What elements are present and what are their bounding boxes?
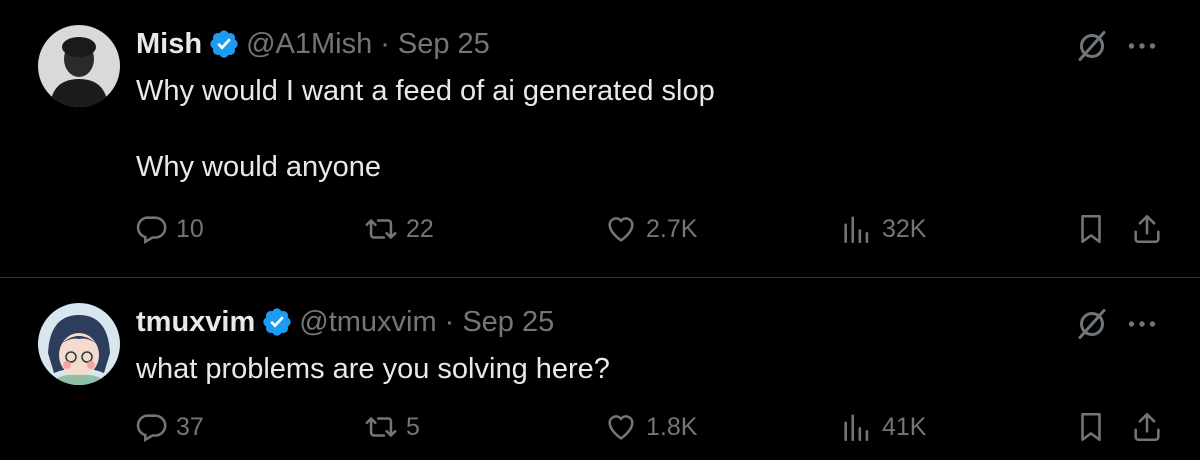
like-button[interactable]: 2.7K	[604, 212, 697, 246]
like-icon	[608, 217, 634, 242]
views-icon	[844, 216, 869, 244]
action-bar: 37 5 1.8K 41K	[134, 410, 1172, 454]
verified-badge-icon	[263, 308, 291, 336]
tweet[interactable]: Mish @A1Mish · Sep 25 Why would I want a…	[0, 0, 1200, 278]
separator-dot: ·	[380, 28, 390, 60]
display-name[interactable]: tmuxvim	[136, 305, 255, 339]
more-icon[interactable]	[1124, 306, 1160, 342]
handle[interactable]: @A1Mish	[246, 27, 372, 61]
views-icon	[844, 414, 869, 442]
reply-count: 10	[176, 214, 204, 243]
handle[interactable]: @tmuxvim	[299, 305, 436, 339]
views-count: 32K	[882, 214, 927, 243]
like-count: 2.7K	[646, 214, 698, 243]
like-icon	[608, 415, 634, 440]
action-bar: 10 22 2.7K 32K	[134, 212, 1172, 256]
reply-button[interactable]: 37	[134, 410, 204, 444]
bookmark-button[interactable]	[1074, 410, 1108, 444]
reply-count: 37	[176, 412, 204, 441]
like-count: 1.8K	[646, 412, 698, 441]
share-button[interactable]	[1130, 212, 1164, 246]
tweet-text: Why would I want a feed of ai generated …	[136, 75, 715, 183]
retweet-count: 22	[406, 214, 434, 243]
retweet-icon	[365, 219, 397, 239]
separator-dot: ·	[444, 306, 455, 338]
grok-icon[interactable]	[1074, 28, 1110, 64]
verified-badge-icon	[210, 30, 238, 58]
tweet[interactable]: tmuxvim @tmuxvim · Sep 25 what problems …	[0, 278, 1200, 460]
avatar-illustration	[38, 303, 120, 385]
bookmark-icon	[1081, 214, 1101, 244]
grok-icon[interactable]	[1074, 306, 1110, 342]
share-button[interactable]	[1130, 410, 1164, 444]
share-icon	[1134, 214, 1160, 244]
avatar[interactable]	[38, 303, 120, 385]
retweet-button[interactable]: 5	[364, 410, 420, 444]
reply-button[interactable]: 10	[134, 212, 204, 246]
timestamp[interactable]: Sep 25	[462, 305, 554, 339]
reply-icon	[136, 216, 167, 245]
views-count: 41K	[882, 412, 927, 441]
retweet-count: 5	[406, 412, 420, 441]
reply-icon	[136, 414, 167, 443]
avatar[interactable]	[38, 25, 120, 107]
retweet-button[interactable]: 22	[364, 212, 434, 246]
views-button[interactable]: 41K	[840, 410, 926, 444]
like-button[interactable]: 1.8K	[604, 410, 697, 444]
views-button[interactable]: 32K	[840, 212, 926, 246]
avatar-photo	[38, 25, 120, 107]
more-icon[interactable]	[1124, 28, 1160, 64]
display-name[interactable]: Mish	[136, 27, 202, 61]
bookmark-button[interactable]	[1074, 212, 1108, 246]
timestamp[interactable]: Sep 25	[398, 27, 490, 61]
retweet-icon	[365, 417, 397, 437]
bookmark-icon	[1081, 412, 1101, 442]
tweet-text: what problems are you solving here?	[136, 353, 610, 385]
share-icon	[1134, 412, 1160, 442]
